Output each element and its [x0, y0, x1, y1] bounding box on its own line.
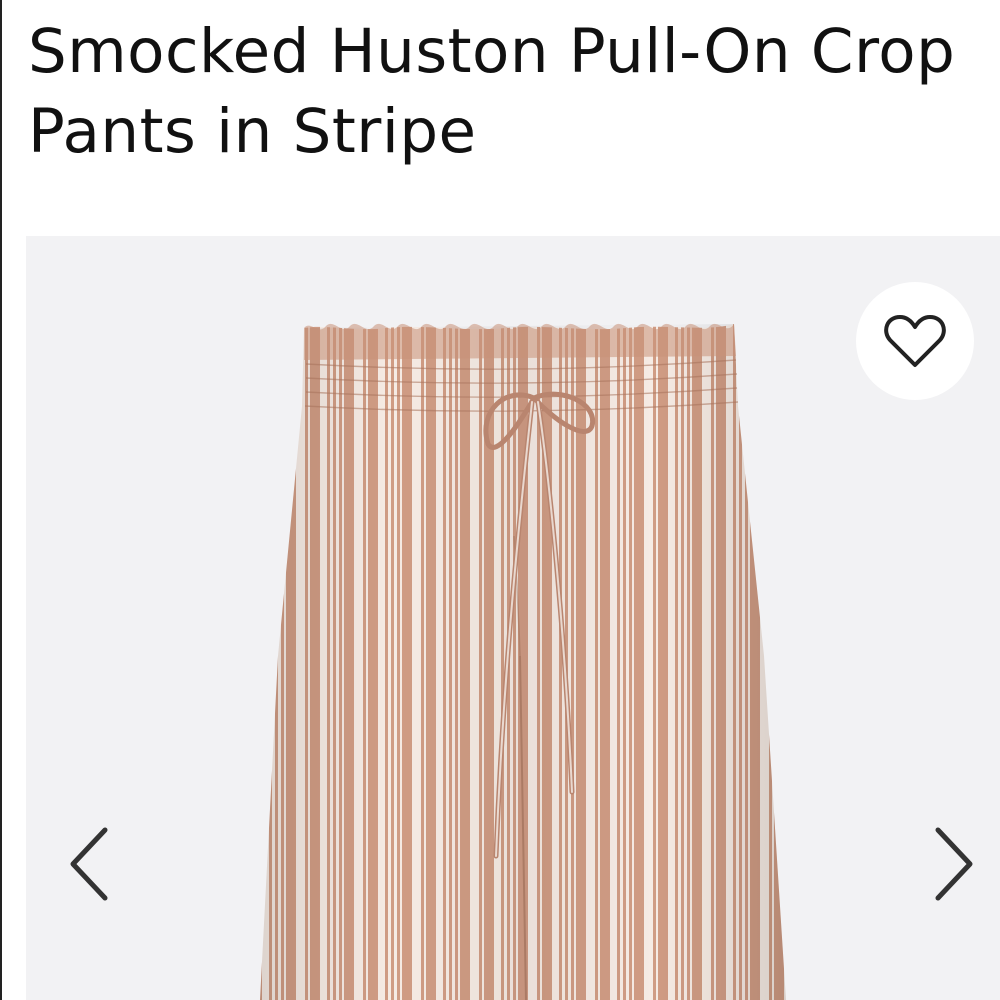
- page-edge-divider: [0, 0, 2, 1000]
- product-image: [260, 323, 786, 1000]
- product-title: Smocked Huston Pull-On Crop Pants in Str…: [28, 16, 956, 167]
- next-image-button[interactable]: [929, 824, 979, 904]
- favorite-button[interactable]: [856, 282, 974, 400]
- previous-image-button[interactable]: [64, 824, 114, 904]
- heart-outline-icon: [884, 315, 946, 367]
- chevron-right-icon: [935, 827, 973, 901]
- chevron-left-icon: [70, 827, 108, 901]
- product-image-gallery[interactable]: [26, 236, 1000, 1000]
